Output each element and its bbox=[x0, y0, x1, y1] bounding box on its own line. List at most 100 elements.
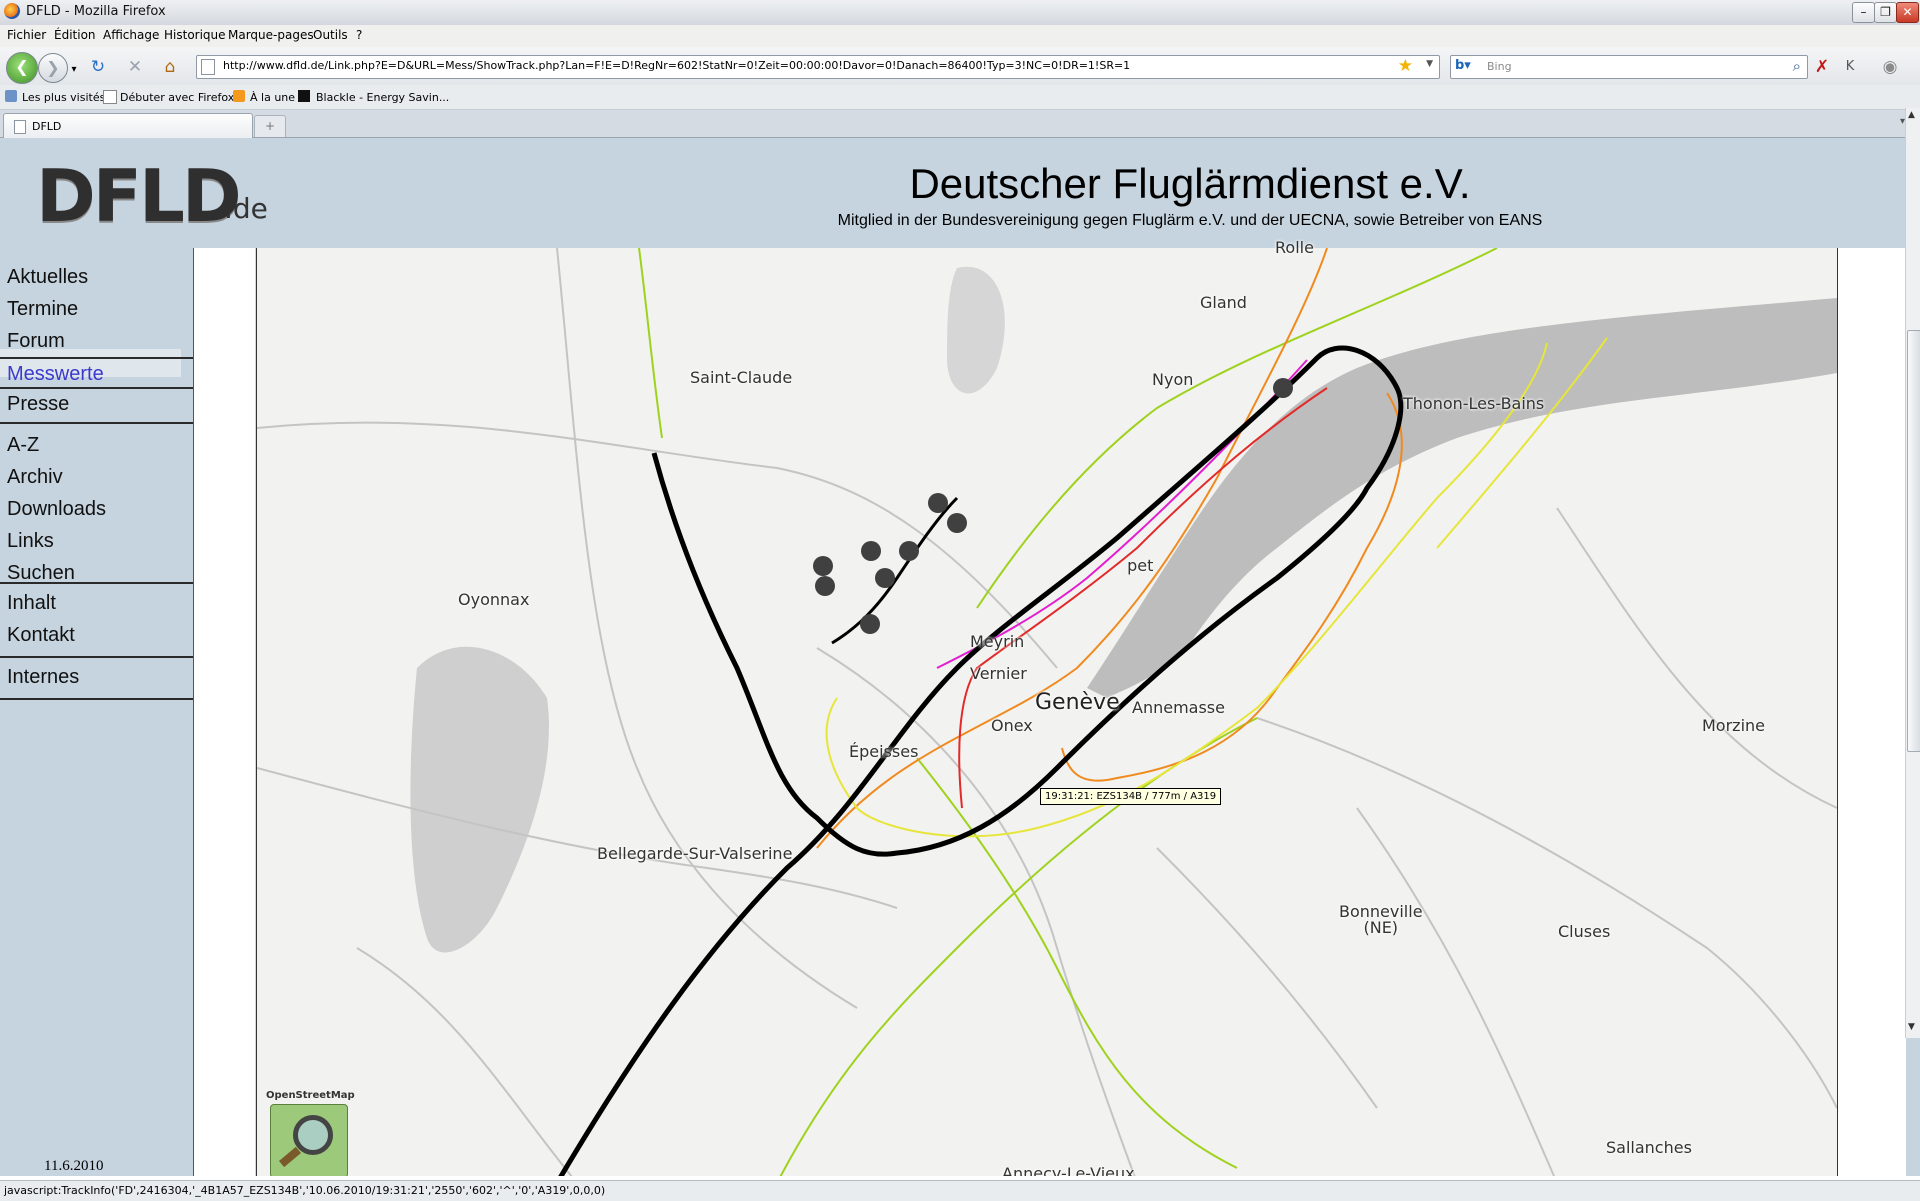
menu-bar: Fichier Édition Affichage Historique Mar… bbox=[0, 25, 1920, 47]
url-bar[interactable]: http://www.dfld.de/Link.php?E=D&URL=Mess… bbox=[196, 55, 1440, 79]
bookmark-getting-started[interactable]: Débuter avec Firefox bbox=[120, 91, 234, 104]
search-engine-icon[interactable]: b▾ bbox=[1455, 58, 1471, 73]
station-marker bbox=[861, 541, 881, 561]
main-track-2 bbox=[831, 496, 959, 645]
sidebar-item-suchen[interactable]: Suchen bbox=[7, 562, 75, 585]
content-margin bbox=[194, 248, 256, 1176]
menu-help[interactable]: ? bbox=[356, 28, 362, 42]
city-label: Gland bbox=[1200, 293, 1247, 312]
station-marker bbox=[860, 614, 880, 634]
track-green-4 bbox=[779, 717, 1258, 1176]
status-text: javascript:TrackInfo('FD',2416304,'_4B1A… bbox=[4, 1184, 606, 1197]
new-tab-button[interactable]: + bbox=[254, 115, 286, 137]
reload-icon[interactable]: ↻ bbox=[88, 57, 108, 77]
stop-icon[interactable]: ✕ bbox=[125, 57, 145, 77]
city-label: Cluses bbox=[1558, 922, 1611, 941]
city-label: Bonneville (NE) bbox=[1339, 902, 1423, 937]
addon-icon[interactable]: ✗ bbox=[1812, 57, 1832, 77]
history-dropdown-icon[interactable]: ▾ bbox=[64, 60, 84, 80]
station-marker bbox=[928, 493, 948, 513]
rss-feed-icon bbox=[233, 90, 245, 102]
bookmark-most-visited[interactable]: Les plus visités bbox=[22, 91, 105, 104]
nav-group-3: Presse bbox=[0, 387, 193, 424]
scroll-down-icon[interactable]: ▼ bbox=[1908, 1022, 1915, 1032]
sidebar-item-archiv[interactable]: Archiv bbox=[7, 466, 63, 489]
osm-attribution[interactable]: OpenStreetMap bbox=[266, 1090, 355, 1101]
sidebar-item-a-z[interactable]: A-Z bbox=[7, 434, 39, 457]
menu-historique[interactable]: Historique bbox=[164, 28, 226, 42]
sidebar-item-presse[interactable]: Presse bbox=[7, 393, 69, 416]
sidebar-item-termine[interactable]: Termine bbox=[7, 298, 78, 321]
menu-affichage[interactable]: Affichage bbox=[103, 28, 159, 42]
city-label: Onex bbox=[991, 716, 1033, 735]
firefox-icon bbox=[4, 3, 20, 19]
bookmark-star-icon[interactable]: ★ bbox=[1398, 56, 1413, 76]
dfld-logo-suffix: .de bbox=[224, 192, 268, 225]
site-subtitle: Mitglied in der Bundesvereinigung gegen … bbox=[837, 212, 1543, 229]
station-marker bbox=[815, 576, 835, 596]
close-button[interactable]: ✕ bbox=[1896, 2, 1919, 23]
bookmark-blackle[interactable]: Blackle - Energy Savin... bbox=[316, 91, 449, 104]
search-bar[interactable]: b▾ Bing ⌕ bbox=[1450, 55, 1808, 79]
city-label: Meyrin bbox=[970, 632, 1025, 651]
sidebar-item-links[interactable]: Links bbox=[7, 530, 54, 553]
sidebar-nav: Aktuelles Termine Forum Messwerte Presse… bbox=[0, 258, 193, 1158]
back-button[interactable]: ❮ bbox=[6, 52, 38, 84]
web-page: DFLD .de Deutscher Fluglärmdienst e.V. M… bbox=[0, 138, 1920, 1176]
bookmark-headlines[interactable]: À la une bbox=[250, 91, 295, 104]
site-title: Deutscher Fluglärmdienst e.V. bbox=[909, 160, 1471, 207]
city-label: Sallanches bbox=[1606, 1138, 1692, 1157]
search-input[interactable]: Bing bbox=[1487, 60, 1512, 73]
nav-group-6: Internes bbox=[0, 658, 193, 700]
station-marker bbox=[813, 556, 833, 576]
page-scrollbar[interactable]: ▲ ▼ bbox=[1905, 108, 1920, 1038]
city-label: Thonon-Les-Bains bbox=[1403, 394, 1545, 413]
sidebar-item-kontakt[interactable]: Kontakt bbox=[7, 624, 75, 647]
window-title: DFLD - Mozilla Firefox bbox=[26, 4, 166, 19]
menu-outils[interactable]: Outils bbox=[313, 28, 348, 42]
addon2-icon[interactable]: K bbox=[1840, 57, 1860, 77]
bookmarks-toolbar: Les plus visités Débuter avec Firefox À … bbox=[0, 85, 1920, 110]
city-label: Annemasse bbox=[1132, 698, 1225, 717]
url-text[interactable]: http://www.dfld.de/Link.php?E=D&URL=Mess… bbox=[223, 59, 1130, 72]
menu-circle-icon[interactable]: ◉ bbox=[1880, 57, 1900, 77]
city-label: Vernier bbox=[970, 664, 1027, 683]
tab-dfld[interactable]: DFLD bbox=[3, 113, 253, 138]
station-marker bbox=[875, 568, 895, 588]
scroll-up-icon[interactable]: ▲ bbox=[1908, 110, 1915, 120]
osm-logo-icon[interactable] bbox=[270, 1104, 348, 1176]
search-icon[interactable]: ⌕ bbox=[1793, 57, 1801, 75]
menu-marque-pages[interactable]: Marque-pages bbox=[228, 28, 314, 42]
sidebar-item-inhalt[interactable]: Inhalt bbox=[7, 592, 56, 615]
city-label: Épeisses bbox=[849, 742, 919, 761]
sidebar-item-downloads[interactable]: Downloads bbox=[7, 498, 106, 521]
tab-favicon bbox=[14, 120, 26, 134]
dfld-logo[interactable]: DFLD bbox=[36, 160, 242, 232]
minimize-button[interactable]: – bbox=[1852, 2, 1875, 23]
page-favicon bbox=[201, 59, 215, 75]
city-label: Morzine bbox=[1702, 716, 1765, 735]
track-tooltip: 19:31:21: EZS134B / 777m / A319 bbox=[1040, 788, 1222, 805]
sidebar-item-internes[interactable]: Internes bbox=[7, 666, 79, 689]
menu-edition[interactable]: Édition bbox=[54, 28, 96, 42]
jura-relief bbox=[410, 646, 549, 953]
city-label: Rolle bbox=[1275, 238, 1314, 257]
navigation-toolbar: ❮ ❯ ▾ ↻ ✕ ⌂ http://www.dfld.de/Link.php?… bbox=[0, 47, 1920, 85]
station-marker bbox=[1273, 378, 1293, 398]
url-dropdown-icon[interactable]: ▼ bbox=[1426, 59, 1433, 69]
sidebar-item-forum[interactable]: Forum bbox=[7, 330, 65, 353]
status-bar: javascript:TrackInfo('FD',2416304,'_4B1A… bbox=[0, 1180, 1920, 1201]
nav-group-1: Aktuelles Termine Forum bbox=[0, 258, 193, 359]
station-marker bbox=[947, 513, 967, 533]
blackle-icon bbox=[298, 90, 310, 102]
city-label: Bellegarde-Sur-Valserine bbox=[597, 844, 793, 863]
maximize-button[interactable]: ❐ bbox=[1874, 2, 1897, 23]
track-green-3 bbox=[916, 757, 1238, 1169]
window-titlebar: DFLD - Mozilla Firefox – ❐ ✕ bbox=[0, 0, 1920, 26]
scroll-thumb[interactable] bbox=[1907, 330, 1920, 752]
sidebar-item-messwerte[interactable]: Messwerte bbox=[7, 363, 104, 386]
home-icon[interactable]: ⌂ bbox=[160, 57, 180, 77]
menu-fichier[interactable]: Fichier bbox=[7, 28, 46, 42]
sidebar-item-aktuelles[interactable]: Aktuelles bbox=[7, 266, 88, 289]
city-label: Nyon bbox=[1152, 370, 1194, 389]
